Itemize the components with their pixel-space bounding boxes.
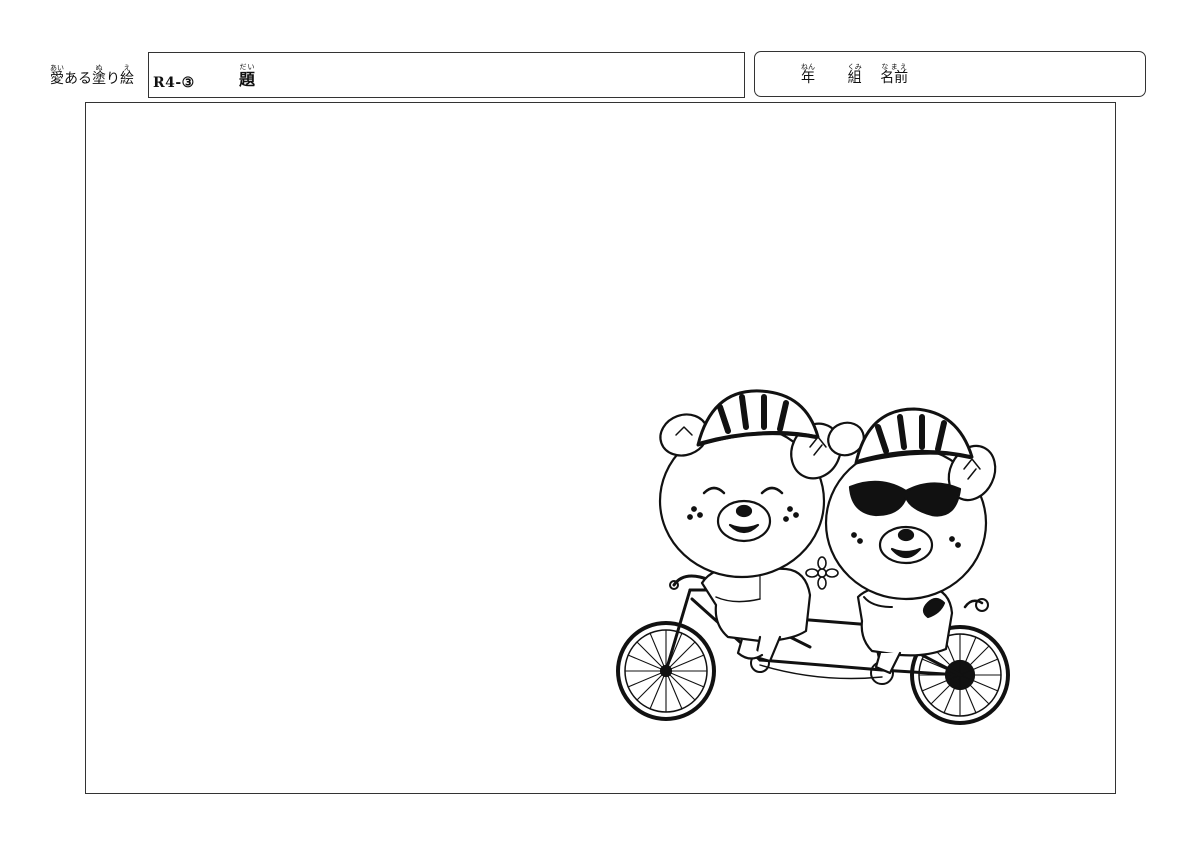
tandem-bicycle-bears-illustration: [616, 389, 1010, 725]
title-box[interactable]: R4-③ 題だい: [148, 52, 745, 98]
class-label: 組くみ: [847, 63, 862, 86]
brand-char-ri: り: [106, 71, 120, 87]
name-fields: 年ねん 組くみ 名前なまえ: [801, 63, 908, 87]
sheet-code: R4-③: [153, 75, 195, 91]
brand-char-e: 絵え: [120, 64, 134, 87]
brand-char-nu: 塗ぬ: [92, 64, 106, 87]
flower-decoration: [805, 556, 839, 590]
brand-char-ai: 愛あい: [50, 64, 64, 87]
title-label: 題だい: [239, 63, 256, 89]
brand-char-aru: ある: [64, 71, 92, 87]
rear-bear: [824, 407, 997, 675]
coloring-sheet-label: 愛あいある塗ぬり絵え: [50, 64, 134, 87]
name-label: 名前なまえ: [880, 63, 909, 86]
year-label: 年ねん: [801, 63, 815, 86]
rear-handlebar: [963, 599, 984, 609]
name-box[interactable]: 年ねん 組くみ 名前なまえ: [754, 51, 1146, 97]
